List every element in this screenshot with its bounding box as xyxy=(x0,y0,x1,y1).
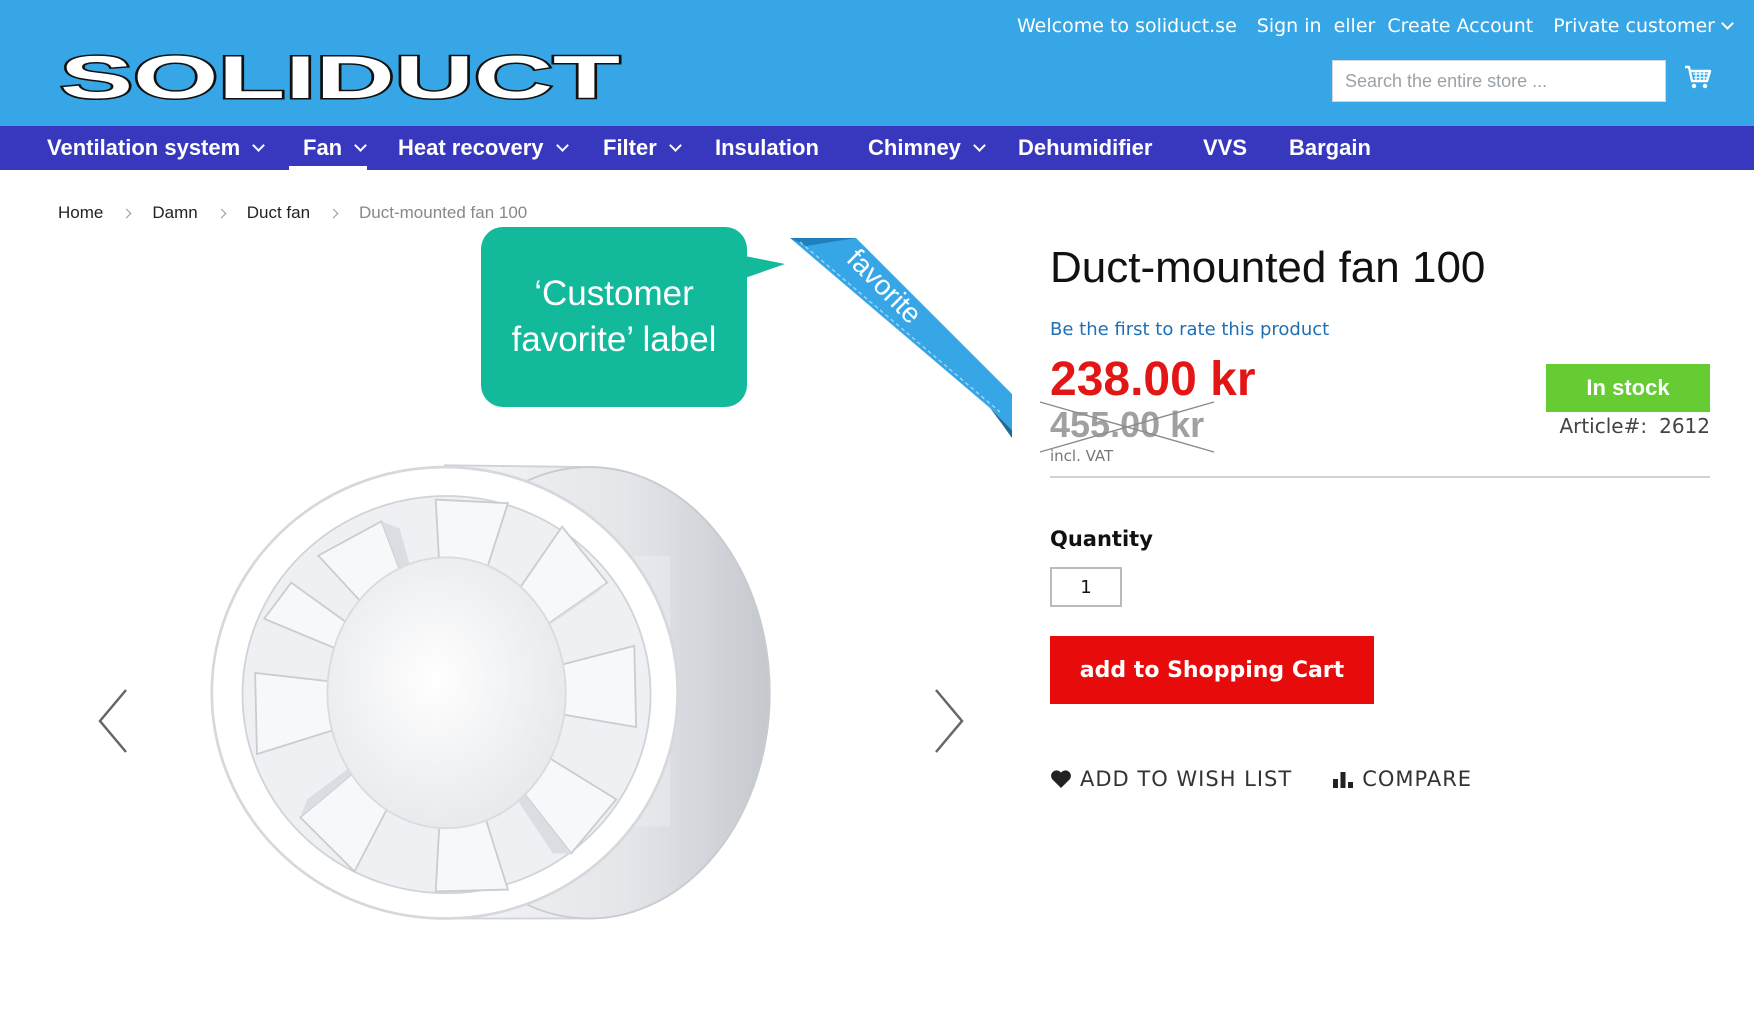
stock-badge: In stock xyxy=(1546,364,1710,412)
rate-product-link[interactable]: Be the first to rate this product xyxy=(1050,319,1329,340)
nav-item-ventilation-system[interactable]: Ventilation system xyxy=(47,126,266,170)
add-to-cart-button[interactable]: add to Shopping Cart xyxy=(1050,636,1374,704)
create-account-link[interactable]: Create Account xyxy=(1387,15,1533,37)
quantity-label: Quantity xyxy=(1050,527,1153,551)
article-label: Article#: xyxy=(1559,414,1648,438)
nav-item-label: VVS xyxy=(1203,135,1248,160)
next-image-arrow[interactable] xyxy=(928,686,968,756)
customer-type-switcher[interactable]: Private customer xyxy=(1553,15,1734,37)
chevron-down-icon xyxy=(354,138,367,152)
divider xyxy=(1050,476,1710,478)
nav-item-label: Heat recovery xyxy=(398,135,544,160)
sign-in-link[interactable]: Sign in xyxy=(1257,15,1322,37)
nav-item-label: Insulation xyxy=(715,135,819,160)
vat-note: incl. VAT xyxy=(1050,447,1114,465)
nav-item-label: Fan xyxy=(303,135,343,160)
customer-favorite-ribbon: Customer favorite xyxy=(790,234,1012,438)
shopping-cart-icon[interactable] xyxy=(1683,62,1713,92)
previous-image-arrow[interactable] xyxy=(94,686,134,756)
bar-chart-icon xyxy=(1333,772,1354,788)
nav-item-label: Dehumidifier xyxy=(1018,135,1153,160)
compare-label: COMPARE xyxy=(1362,767,1473,791)
nav-item-label: Filter xyxy=(603,135,657,160)
annotation-callout: ‘Customer favorite’ label xyxy=(481,227,747,407)
ribbon-text: Customer favorite xyxy=(841,234,991,370)
chevron-right-icon xyxy=(328,208,339,218)
header-top-links: Welcome to soliduct.se Sign in eller Cre… xyxy=(997,12,1734,40)
chevron-down-icon xyxy=(555,138,569,152)
search-input[interactable] xyxy=(1332,60,1666,102)
product-actions: ADD TO WISH LIST COMPARE xyxy=(1050,764,1512,794)
nav-item-label: Ventilation system xyxy=(47,135,241,160)
heart-icon xyxy=(1051,770,1071,788)
nav-item-bargain[interactable]: Bargain xyxy=(1289,126,1371,170)
or-text: eller xyxy=(1333,15,1376,37)
chevron-right-icon xyxy=(121,208,132,218)
chevron-down-icon xyxy=(252,138,266,152)
breadcrumb: Home Damn Duct fan Duct-mounted fan 100 xyxy=(58,202,527,224)
nav-item-label: Bargain xyxy=(1289,135,1371,160)
welcome-text: Welcome to soliduct.se xyxy=(1017,15,1237,37)
chevron-down-icon xyxy=(973,138,986,152)
nav-item-vvs[interactable]: VVS xyxy=(1203,126,1247,170)
product-title: Duct-mounted fan 100 xyxy=(1050,243,1486,292)
nav-item-filter[interactable]: Filter xyxy=(603,126,682,170)
nav-item-heat-recovery[interactable]: Heat recovery xyxy=(398,126,569,170)
nav-item-fan[interactable]: Fan xyxy=(288,126,368,170)
breadcrumb-subcategory[interactable]: Duct fan xyxy=(247,203,310,223)
quantity-input[interactable] xyxy=(1050,567,1122,607)
nav-item-label: Chimney xyxy=(868,135,961,160)
callout-pointer xyxy=(745,256,785,278)
chevron-right-icon xyxy=(216,208,227,218)
nav-item-dehumidifier[interactable]: Dehumidifier xyxy=(1018,126,1152,170)
soliduct-logo[interactable]: SOLIDUCT xyxy=(58,48,624,106)
chevron-down-icon xyxy=(668,138,682,152)
nav-item-insulation[interactable]: Insulation xyxy=(715,126,819,170)
breadcrumb-current: Duct-mounted fan 100 xyxy=(359,203,528,222)
wishlist-label: ADD TO WISH LIST xyxy=(1080,767,1293,791)
chevron-down-icon xyxy=(1721,17,1734,30)
compare-link[interactable]: COMPARE xyxy=(1332,767,1472,791)
product-image[interactable] xyxy=(210,440,860,960)
logo-text: SOLIDUCT xyxy=(60,48,620,106)
breadcrumb-category[interactable]: Damn xyxy=(152,203,197,223)
article-number: Article#: 2612 xyxy=(1559,414,1710,438)
customer-type-label: Private customer xyxy=(1553,15,1715,37)
nav-item-chimney[interactable]: Chimney xyxy=(868,126,986,170)
breadcrumb-home[interactable]: Home xyxy=(58,203,103,223)
article-value: 2612 xyxy=(1659,414,1710,438)
callout-text: ‘Customer favorite’ label xyxy=(511,274,717,359)
add-to-wishlist-link[interactable]: ADD TO WISH LIST xyxy=(1050,767,1292,791)
site-header: Welcome to soliduct.se Sign in eller Cre… xyxy=(0,0,1754,126)
main-nav: Ventilation system Fan Heat recovery Fil… xyxy=(0,126,1754,170)
